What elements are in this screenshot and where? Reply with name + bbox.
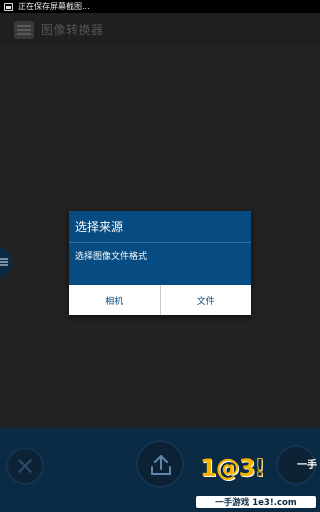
close-button[interactable] (6, 447, 44, 485)
watermark-logo: 1@3! 一手 一手游戏 1e3!.com (192, 454, 318, 510)
app-logo-icon (14, 20, 34, 39)
watermark-bar-text: 一手游戏 1e3!.com (196, 496, 316, 508)
status-bar: 正在保存屏幕截图... (0, 0, 320, 13)
image-notification-icon (4, 2, 13, 11)
upload-button[interactable] (136, 440, 184, 488)
file-button[interactable]: 文件 (160, 285, 251, 315)
dialog-title: 选择来源 (69, 211, 251, 243)
app-bar: 图像转换器 (0, 13, 320, 46)
watermark-digits: 1@3! (200, 454, 266, 483)
watermark-side-text: 一手 (297, 460, 317, 471)
upload-icon (151, 455, 171, 475)
select-source-dialog: 选择来源 选择图像文件格式 相机 文件 (69, 211, 251, 315)
app-title: 图像转换器 (41, 23, 104, 37)
dialog-message: 选择图像文件格式 (75, 252, 148, 262)
camera-button[interactable]: 相机 (69, 285, 160, 315)
menu-icon (0, 257, 8, 268)
status-text: 正在保存屏幕截图... (18, 2, 90, 11)
dialog-buttons: 相机 文件 (69, 285, 251, 315)
